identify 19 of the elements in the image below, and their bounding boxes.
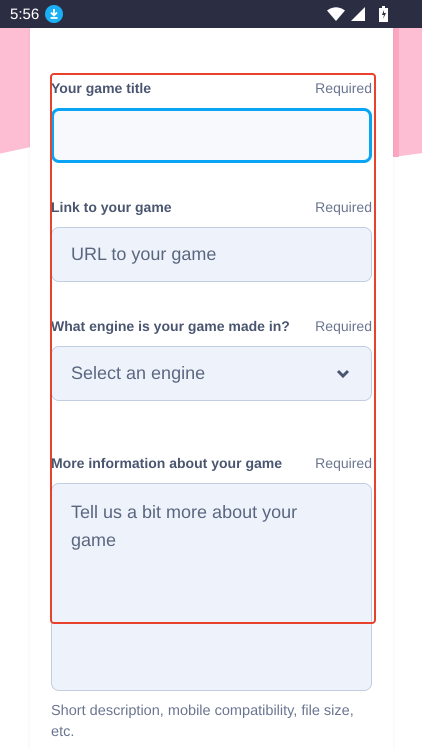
field-label: Link to your game — [51, 199, 172, 215]
wifi-icon — [327, 7, 345, 21]
required-label: Required — [315, 199, 372, 215]
required-label: Required — [315, 455, 372, 471]
field-label: What engine is your game made in? — [51, 318, 290, 334]
signal-icon — [351, 7, 365, 21]
hint-text: Short description, mobile compatibility, file size, etc. — [51, 702, 355, 742]
download-icon — [45, 5, 64, 23]
field-label: More information about your game — [51, 455, 282, 471]
clock: 5:56 — [10, 6, 40, 22]
input-field[interactable]: URL to your game — [51, 227, 372, 282]
select-field[interactable]: Select an engine — [51, 346, 372, 401]
input-field[interactable] — [51, 108, 372, 163]
chevron-down-icon — [336, 368, 350, 378]
battery-icon — [379, 6, 388, 22]
text-area[interactable]: Tell us a bit more about your game — [51, 483, 372, 691]
required-label: Required — [315, 80, 372, 96]
field-label: Your game title — [51, 80, 152, 96]
required-label: Required — [315, 318, 372, 334]
